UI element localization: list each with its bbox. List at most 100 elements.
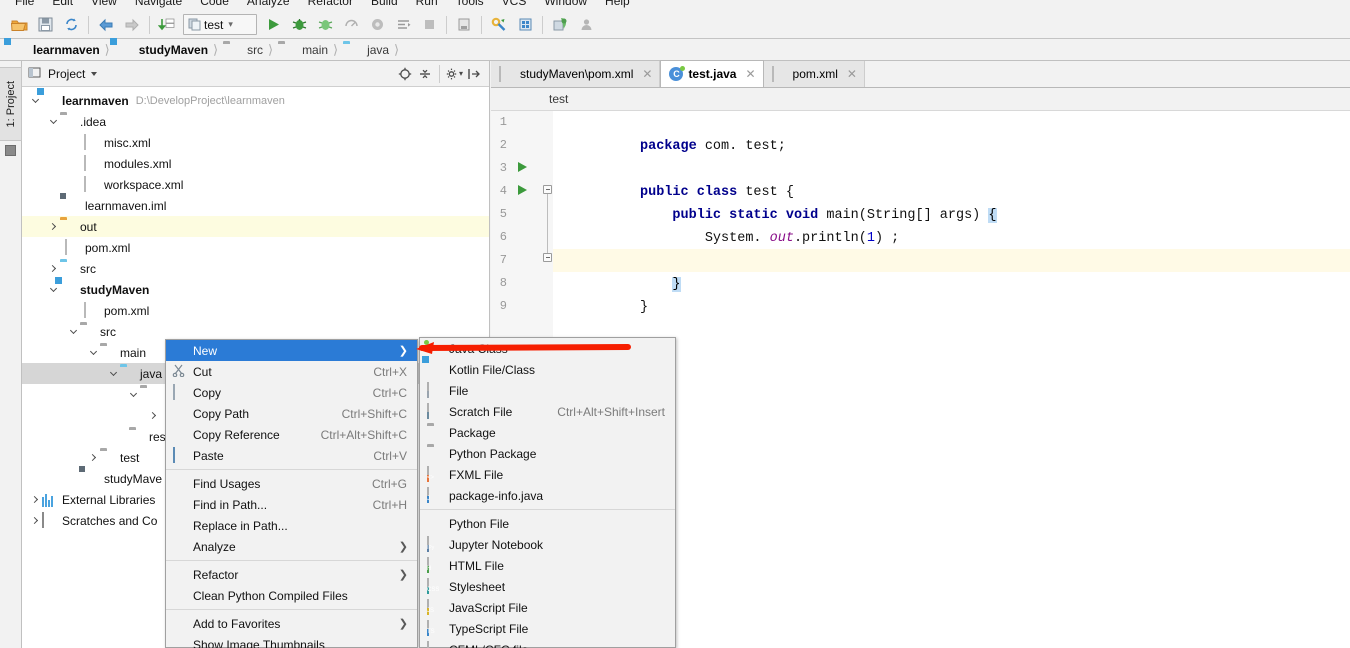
- chevron-right-icon[interactable]: [46, 216, 60, 237]
- context-menu-item-refactor[interactable]: Refactor ❯: [166, 564, 417, 585]
- close-icon[interactable]: ✕: [642, 67, 652, 81]
- chevron-down-icon[interactable]: [126, 384, 140, 405]
- run-icon[interactable]: [260, 13, 286, 37]
- context-menu-item-new[interactable]: New ❯: [166, 340, 417, 361]
- submenu-item-jupyter-notebook[interactable]: Jupyter Notebook: [420, 534, 675, 555]
- tool-window-button-project[interactable]: 1: Project: [0, 67, 22, 141]
- save-all-icon[interactable]: [32, 13, 58, 37]
- tree-row-out[interactable]: out: [22, 216, 489, 237]
- tree-row-learnmaven[interactable]: learnmaven D:\DevelopProject\learnmaven: [22, 90, 489, 111]
- chevron-right-icon[interactable]: [146, 405, 160, 426]
- menu-item-tools[interactable]: Tools: [447, 0, 493, 7]
- chevron-down-icon[interactable]: [66, 321, 80, 342]
- context-menu-item-find-usages[interactable]: Find Usages Ctrl+G: [166, 473, 417, 494]
- forward-icon[interactable]: [119, 13, 145, 37]
- context-menu-item-copy-path[interactable]: Copy Path Ctrl+Shift+C: [166, 403, 417, 424]
- chevron-down-icon[interactable]: ▾: [228, 19, 233, 30]
- tree-row-pom-xml-root[interactable]: pom.xml: [22, 237, 489, 258]
- submenu-item-kotlin-file-class[interactable]: Kotlin File/Class: [420, 359, 675, 380]
- close-icon[interactable]: ✕: [745, 67, 755, 81]
- stop-all-icon[interactable]: [416, 13, 442, 37]
- menu-item-analyze[interactable]: Analyze: [238, 0, 299, 7]
- maven-icon[interactable]: [547, 13, 573, 37]
- context-menu-item-cut[interactable]: Cut Ctrl+X: [166, 361, 417, 382]
- submenu-item-cfml-cfc-file[interactable]: CF CFML/CFC file: [420, 639, 675, 648]
- run-gutter-icon[interactable]: [518, 162, 527, 172]
- context-menu[interactable]: New ❯ Cut Ctrl+X Copy Ctrl+C Copy Path C…: [165, 339, 418, 648]
- run-coverage-icon[interactable]: [312, 13, 338, 37]
- chevron-right-icon[interactable]: [28, 489, 42, 510]
- menu-item-window[interactable]: Window: [535, 0, 596, 7]
- menu-item-vcs[interactable]: VCS: [493, 0, 536, 7]
- menu-item-file[interactable]: File: [6, 0, 43, 7]
- tree-row-idea[interactable]: .idea: [22, 111, 489, 132]
- context-menu-item-analyze[interactable]: Analyze ❯: [166, 536, 417, 557]
- gear-icon[interactable]: ▾: [445, 65, 463, 83]
- tree-row-pom-xml-studymaven[interactable]: pom.xml: [22, 300, 489, 321]
- context-menu-item-show-image-thumbnails[interactable]: Show Image Thumbnails: [166, 634, 417, 648]
- submenu-item-typescript-file[interactable]: TS TypeScript File: [420, 618, 675, 639]
- menu-item-refactor[interactable]: Refactor: [299, 0, 362, 7]
- tree-row-modules-xml[interactable]: modules.xml: [22, 153, 489, 174]
- debug-icon[interactable]: [286, 13, 312, 37]
- back-icon[interactable]: [93, 13, 119, 37]
- locate-icon[interactable]: [396, 65, 414, 83]
- sync-icon[interactable]: [58, 13, 84, 37]
- chevron-down-icon[interactable]: [106, 363, 120, 384]
- project-structure-icon[interactable]: [451, 13, 477, 37]
- tree-row-misc-xml[interactable]: misc.xml: [22, 132, 489, 153]
- submenu-item-python-package[interactable]: Python Package: [420, 443, 675, 464]
- open-folder-icon[interactable]: [6, 13, 32, 37]
- editor-tab-test-java[interactable]: C test.java ✕: [660, 60, 764, 87]
- editor-breadcrumb[interactable]: test: [491, 88, 1350, 111]
- submenu-item-javascript-file[interactable]: JS JavaScript File: [420, 597, 675, 618]
- collapse-all-icon[interactable]: [416, 65, 434, 83]
- breadcrumb-item-learnmaven[interactable]: learnmaven: [6, 39, 103, 61]
- submenu-item-java-class[interactable]: Java Class: [420, 338, 675, 359]
- run-gutter-icon[interactable]: [518, 185, 527, 195]
- settings-icon[interactable]: [486, 13, 512, 37]
- menu-item-code[interactable]: Code: [191, 0, 238, 7]
- context-menu-item-replace-in-path[interactable]: Replace in Path...: [166, 515, 417, 536]
- toggle-bookmark-icon[interactable]: [154, 13, 180, 37]
- menu-item-run[interactable]: Run: [407, 0, 447, 7]
- breadcrumb-item-src[interactable]: src: [220, 39, 266, 61]
- submenu-item-file[interactable]: File: [420, 380, 675, 401]
- breadcrumb-item-studymaven[interactable]: studyMaven: [112, 39, 211, 61]
- chevron-right-icon[interactable]: [28, 510, 42, 531]
- tree-row-learnmaven-iml[interactable]: learnmaven.iml: [22, 195, 489, 216]
- tree-row-workspace-xml[interactable]: workspace.xml: [22, 174, 489, 195]
- editor-tab-pom-xml[interactable]: pom.xml ✕: [763, 61, 865, 87]
- menu-item-navigate[interactable]: Navigate: [126, 0, 191, 7]
- database-icon[interactable]: [512, 13, 538, 37]
- breadcrumb-item-main[interactable]: main: [275, 39, 331, 61]
- submenu-item-package-info-java[interactable]: J package-info.java: [420, 485, 675, 506]
- indent-icon[interactable]: [390, 13, 416, 37]
- tree-row-src-root[interactable]: src: [22, 258, 489, 279]
- run-configuration-selector[interactable]: test ▾: [183, 14, 257, 35]
- structure-icon[interactable]: [5, 145, 16, 156]
- breadcrumb-item-java[interactable]: java: [340, 39, 392, 61]
- person-icon[interactable]: [573, 13, 599, 37]
- submenu-item-stylesheet[interactable]: CSS Stylesheet: [420, 576, 675, 597]
- context-menu-item-add-to-favorites[interactable]: Add to Favorites ❯: [166, 613, 417, 634]
- context-menu-item-find-in-path[interactable]: Find in Path... Ctrl+H: [166, 494, 417, 515]
- menu-item-view[interactable]: View: [82, 0, 126, 7]
- fold-collapse-icon[interactable]: [543, 185, 552, 194]
- tree-row-studymaven[interactable]: studyMaven: [22, 279, 489, 300]
- menu-item-edit[interactable]: Edit: [43, 0, 82, 7]
- submenu-item-python-file[interactable]: Python File: [420, 513, 675, 534]
- chevron-right-icon[interactable]: [86, 447, 100, 468]
- stop-icon[interactable]: [364, 13, 390, 37]
- new-submenu[interactable]: Java Class Kotlin File/Class File Scratc…: [419, 337, 676, 648]
- editor-tab-studymaven-pom[interactable]: studyMaven\pom.xml ✕: [491, 61, 661, 87]
- fold-collapse-icon[interactable]: [543, 253, 552, 262]
- context-menu-item-copy[interactable]: Copy Ctrl+C: [166, 382, 417, 403]
- chevron-down-icon[interactable]: [46, 111, 60, 132]
- submenu-item-package[interactable]: Package: [420, 422, 675, 443]
- submenu-item-scratch-file[interactable]: Scratch File Ctrl+Alt+Shift+Insert: [420, 401, 675, 422]
- context-menu-item-clean-python-compiled-files[interactable]: Clean Python Compiled Files: [166, 585, 417, 606]
- menu-item-build[interactable]: Build: [362, 0, 407, 7]
- submenu-item-fxml-file[interactable]: <> FXML File: [420, 464, 675, 485]
- close-icon[interactable]: ✕: [847, 67, 857, 81]
